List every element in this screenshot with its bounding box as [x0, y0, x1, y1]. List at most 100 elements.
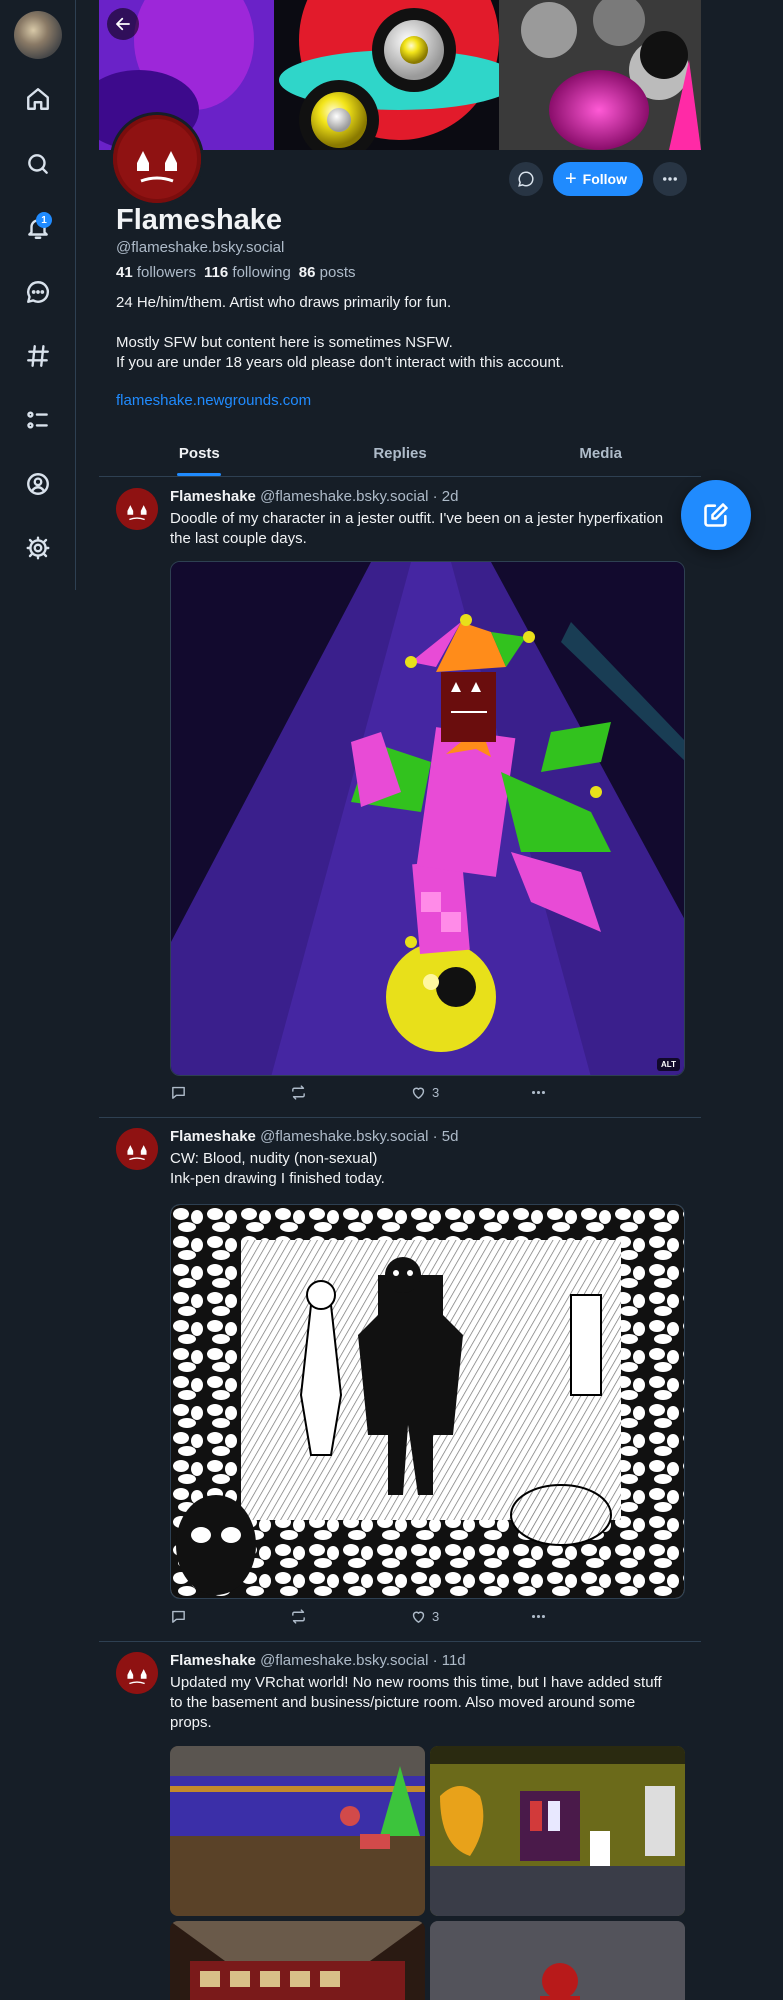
compose-icon	[704, 503, 728, 527]
post-header: Flameshake @flameshake.bsky.social · 5d	[170, 1128, 458, 1145]
message-button[interactable]	[508, 162, 543, 196]
post-image[interactable]	[170, 1204, 685, 1599]
post-author-avatar[interactable]	[116, 488, 158, 530]
post-meta: @flameshake.bsky.social · 2d	[260, 488, 459, 505]
follow-button[interactable]: + Follow	[552, 162, 643, 196]
tab-media[interactable]: Media	[500, 430, 701, 476]
post-text: Updated my VRchat world! No new rooms th…	[170, 1674, 662, 1731]
following-label: following	[232, 264, 291, 281]
reply-button[interactable]	[170, 1608, 230, 1625]
repost-icon	[292, 1085, 305, 1100]
heart-icon	[412, 1087, 425, 1099]
post-more-button[interactable]	[530, 1608, 590, 1625]
vrchat-room-image	[170, 1746, 425, 1916]
feed-post[interactable]: Flameshake @flameshake.bsky.social · 11d…	[99, 1642, 701, 2000]
post-text: CW: Blood, nudity (non-sexual) Ink-pen d…	[170, 1149, 670, 1189]
followers-stat[interactable]: 41 followers	[116, 264, 196, 281]
profile-avatar[interactable]	[110, 112, 204, 206]
post-author-name[interactable]: Flameshake	[170, 1652, 256, 1669]
jester-artwork	[171, 562, 684, 1075]
feeds-nav-item[interactable]	[18, 336, 58, 376]
post-image[interactable]	[430, 1746, 685, 1916]
like-button[interactable]: 3	[410, 1608, 470, 1625]
ellipsis-icon	[531, 1090, 546, 1095]
settings-nav-item[interactable]	[18, 528, 58, 568]
follow-button-label: Follow	[582, 171, 627, 187]
avatar-face-artwork	[116, 488, 158, 530]
post-image[interactable]	[170, 1921, 425, 2000]
profile-handle: @flameshake.bsky.social	[116, 239, 285, 256]
like-button[interactable]: 3	[410, 1084, 470, 1101]
post-author-name[interactable]: Flameshake	[170, 488, 256, 505]
notifications-nav-item[interactable]: 1	[18, 208, 58, 248]
lists-nav-item[interactable]	[18, 400, 58, 440]
gear-icon	[26, 536, 50, 560]
repost-button[interactable]	[290, 1608, 350, 1625]
alt-text-badge[interactable]: ALT	[657, 1058, 680, 1071]
feed-post[interactable]: Flameshake @flameshake.bsky.social · 2d …	[99, 478, 701, 1118]
post-author-avatar[interactable]	[116, 1128, 158, 1170]
like-count: 3	[432, 1085, 440, 1100]
ink-drawing-artwork	[171, 1205, 684, 1598]
vrchat-room-image	[430, 1921, 685, 2000]
profile-nav-item[interactable]	[18, 464, 58, 504]
following-stat[interactable]: 116 following	[204, 264, 291, 281]
posts-stat: 86 posts	[299, 264, 356, 281]
post-meta: @flameshake.bsky.social · 11d	[260, 1652, 466, 1669]
post-image-grid	[170, 1746, 685, 2000]
user-circle-icon	[27, 473, 49, 495]
more-options-button[interactable]	[653, 162, 687, 196]
reply-button[interactable]	[170, 1084, 230, 1101]
post-image[interactable]	[430, 1921, 685, 2000]
post-actions: 3	[170, 1084, 590, 1101]
left-nav: 1	[0, 0, 76, 590]
notification-badge: 1	[36, 212, 52, 228]
tab-posts[interactable]: Posts	[99, 430, 300, 476]
repost-button[interactable]	[290, 1084, 350, 1101]
arrow-left-icon	[116, 17, 130, 31]
post-image[interactable]	[170, 1746, 425, 1916]
followers-label: followers	[136, 264, 197, 281]
profile-display-name: Flameshake	[116, 204, 283, 236]
chat-bubble-icon	[518, 171, 534, 187]
avatar-face-artwork	[113, 115, 201, 203]
like-count: 3	[432, 1609, 440, 1624]
plus-icon: +	[564, 168, 577, 190]
bio-line: Mostly SFW but content here is sometimes…	[116, 334, 453, 351]
current-user-avatar[interactable]	[14, 11, 62, 59]
post-meta: @flameshake.bsky.social · 5d	[260, 1128, 459, 1145]
post-actions: 3	[170, 1608, 590, 1625]
search-nav-item[interactable]	[18, 144, 58, 184]
vrchat-room-image	[430, 1746, 685, 1916]
avatar-face-artwork	[116, 1652, 158, 1694]
post-author-avatar[interactable]	[116, 1652, 158, 1694]
profile-tabs: Posts Replies Media	[99, 430, 701, 477]
posts-count: 86	[298, 264, 316, 281]
profile-website-link[interactable]: flameshake.newgrounds.com	[116, 392, 311, 409]
profile-stats: 41 followers 116 following 86 posts	[116, 264, 356, 281]
search-icon	[28, 154, 48, 174]
compose-post-button[interactable]	[681, 480, 751, 550]
bio-line: 24 He/him/them. Artist who draws primari…	[116, 294, 452, 311]
heart-icon	[412, 1611, 425, 1623]
avatar-face-artwork	[116, 1128, 158, 1170]
posts-label: posts	[319, 264, 356, 281]
feed-post[interactable]: Flameshake @flameshake.bsky.social · 5d …	[99, 1118, 701, 1642]
list-icon	[27, 411, 48, 429]
tab-replies[interactable]: Replies	[300, 430, 501, 476]
post-text: Doodle of my character in a jester outfi…	[170, 510, 664, 547]
reply-icon	[172, 1086, 185, 1099]
following-count: 116	[204, 264, 229, 281]
ellipsis-icon	[531, 1614, 546, 1619]
post-author-name[interactable]: Flameshake	[170, 1128, 256, 1145]
followers-count: 41	[116, 264, 133, 281]
post-more-button[interactable]	[530, 1084, 590, 1101]
reply-icon	[172, 1610, 185, 1623]
chat-nav-item[interactable]	[18, 272, 58, 312]
back-button[interactable]	[107, 8, 139, 40]
repost-icon	[292, 1609, 305, 1624]
post-image[interactable]: ALT	[170, 561, 685, 1076]
home-nav-item[interactable]	[18, 79, 58, 119]
ellipsis-icon	[663, 177, 677, 181]
bio-line: If you are under 18 years old please don…	[116, 354, 565, 371]
